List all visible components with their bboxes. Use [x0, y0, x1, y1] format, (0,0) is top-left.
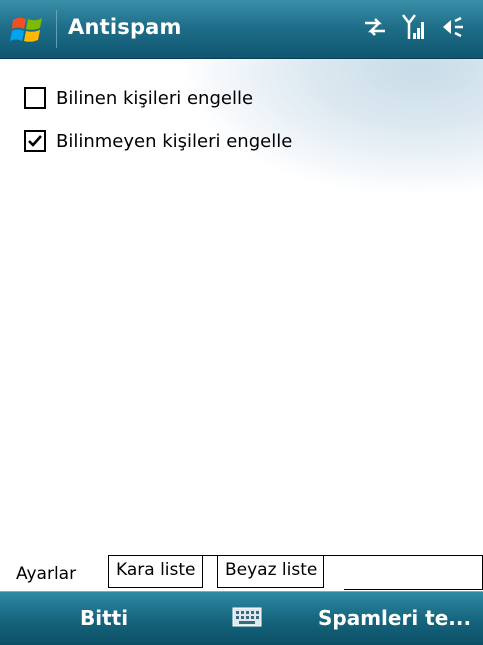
title-bar: Antispam: [0, 0, 483, 59]
app-title: Antispam: [68, 15, 182, 39]
option-unknown-contacts[interactable]: Bilinmeyen kişileri engelle: [24, 130, 292, 152]
tab-strip: Ayarlar Kara liste Beyaz liste: [0, 555, 483, 591]
tab-kara-liste[interactable]: Kara liste: [108, 556, 203, 588]
tab-divider: [344, 589, 483, 590]
checkmark-icon: [28, 135, 42, 147]
signal-icon[interactable]: [401, 13, 427, 45]
left-softkey[interactable]: Bitti: [80, 606, 128, 630]
option-label: Bilinmeyen kişileri engelle: [56, 130, 293, 152]
keyboard-icon[interactable]: [232, 605, 262, 629]
volume-icon[interactable]: [441, 15, 467, 43]
title-separator: [56, 10, 57, 48]
sync-arrows-icon[interactable]: [363, 17, 387, 41]
softkey-bar: Bitti Spamleri te...: [0, 591, 483, 645]
tab-ayarlar[interactable]: Ayarlar: [8, 555, 83, 591]
checkbox-known-contacts[interactable]: [24, 87, 46, 109]
option-known-contacts[interactable]: Bilinen kişileri engelle: [24, 87, 253, 109]
tab-beyaz-liste[interactable]: Beyaz liste: [217, 556, 325, 588]
settings-panel: Bilinen kişileri engelle Bilinmeyen kişi…: [0, 59, 483, 555]
checkbox-unknown-contacts[interactable]: [24, 130, 46, 152]
windows-flag-icon[interactable]: [10, 14, 46, 46]
option-label: Bilinen kişileri engelle: [56, 87, 254, 109]
right-softkey[interactable]: Spamleri te...: [318, 606, 471, 630]
status-icons: [363, 14, 467, 44]
